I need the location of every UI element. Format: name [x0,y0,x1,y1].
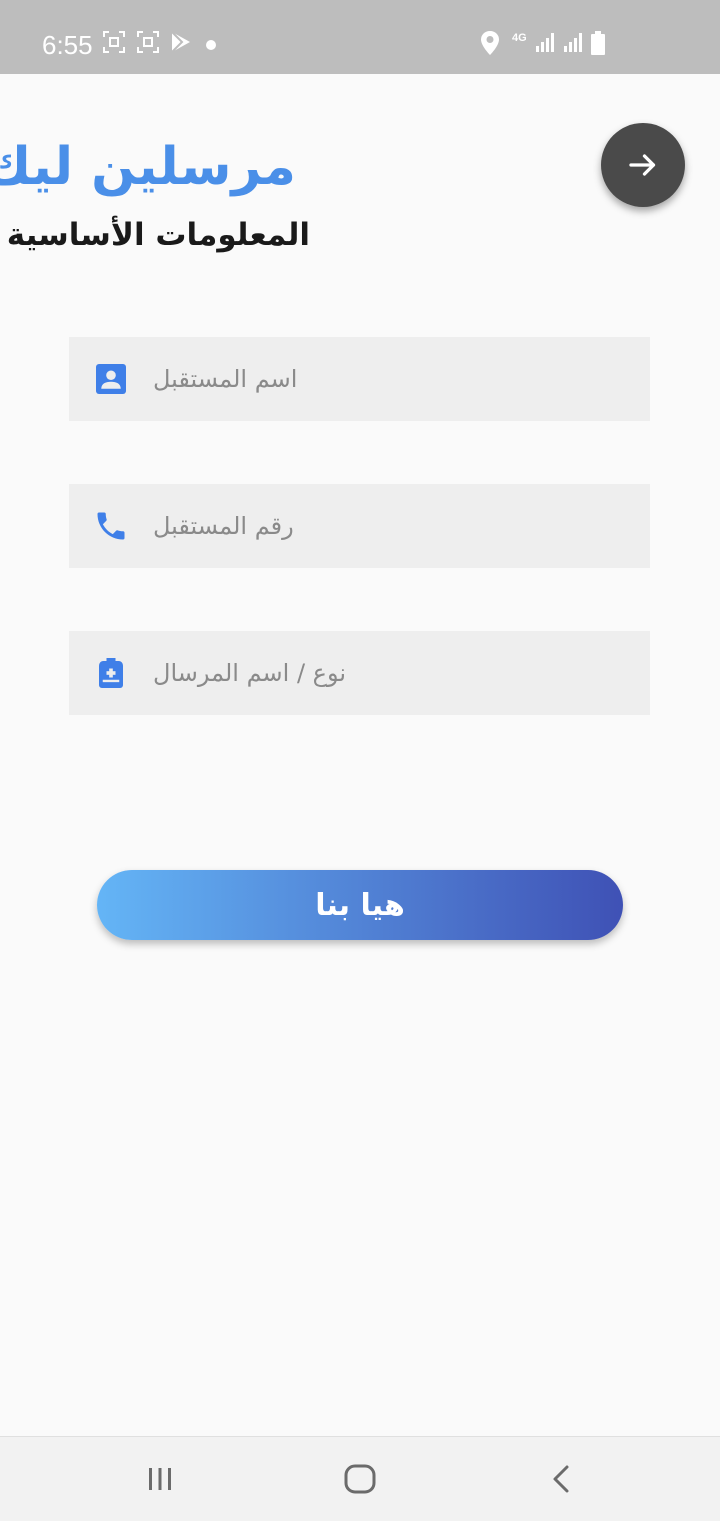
app-title: مرسلين ليك [0,137,296,197]
notification-dot [206,40,216,50]
home-icon [344,1464,376,1494]
receiver-phone-field[interactable] [69,484,650,568]
battery-icon [591,31,605,55]
back-chevron-icon [553,1465,569,1493]
arrow-forward-icon [629,154,656,176]
status-time: 6:55 [42,30,93,60]
screenshot-icon [103,31,125,53]
phone-icon [97,512,125,540]
next-button[interactable] [601,123,685,207]
receiver-phone-input[interactable] [153,484,493,568]
status-bar: 6:55 4G [0,0,720,74]
network-type-label: 4G [512,32,527,44]
signal-icon [536,33,554,52]
screen-record-icon [137,31,159,53]
location-icon [481,31,499,55]
signal-icon-2 [564,33,582,52]
receiver-name-field[interactable] [69,337,650,421]
recent-apps-button[interactable] [136,1455,184,1503]
backpack-icon [99,658,123,688]
navigation-bar [0,1436,720,1521]
parcel-type-field[interactable] [69,631,650,715]
page-subtitle: المعلومات الأساسية [6,217,310,253]
parcel-type-input[interactable] [153,631,493,715]
contact-card-icon [96,364,126,394]
receiver-name-input[interactable] [153,337,493,421]
home-button[interactable] [336,1455,384,1503]
play-store-icon [171,31,190,53]
submit-button[interactable]: هيا بنا [97,870,623,940]
recent-apps-icon [149,1468,171,1490]
back-button[interactable] [538,1455,586,1503]
